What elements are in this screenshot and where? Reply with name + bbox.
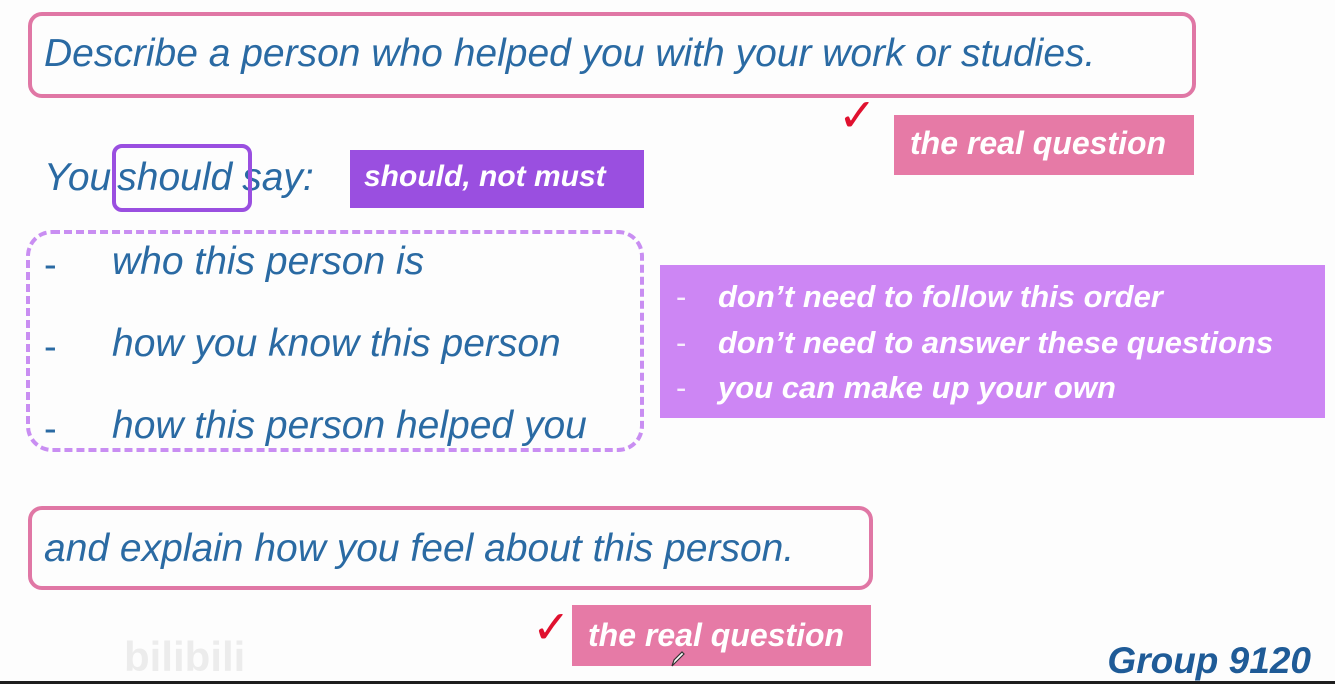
- bullet-dash: -: [44, 408, 57, 450]
- real-question-tag: the real question: [894, 115, 1194, 175]
- checkmark-icon: ✓: [838, 89, 877, 141]
- note-item: - don’t need to follow this order: [676, 281, 1163, 312]
- you-word: You: [44, 156, 112, 199]
- note-text: you can make up your own: [718, 370, 1116, 405]
- explain-text: and explain how you feel about this pers…: [44, 527, 795, 570]
- checkmark-icon: ✓: [532, 601, 571, 653]
- note-dash: -: [676, 325, 687, 360]
- notes-box: - don’t need to follow this order - don’t …: [660, 265, 1325, 418]
- note-dash: -: [676, 279, 687, 314]
- group-label: Group 9120: [1107, 640, 1311, 681]
- note-item: - don’t need to answer these questions: [676, 327, 1273, 358]
- bullet-who-this-person-is: who this person is: [112, 240, 425, 283]
- question-title: Describe a person who helped you with yo…: [44, 32, 1096, 75]
- bullet-how-you-know: how you know this person: [112, 322, 561, 365]
- bullet-dash: -: [44, 326, 57, 368]
- real-question-tag: the real question: [572, 605, 871, 666]
- note-item: - you can make up your own: [676, 372, 1116, 403]
- pen-cursor-icon: [670, 650, 686, 673]
- should-highlight-box: [112, 144, 252, 212]
- note-text: don’t need to answer these questions: [718, 325, 1274, 360]
- note-text: don’t need to follow this order: [718, 279, 1163, 314]
- note-dash: -: [676, 370, 687, 405]
- bilibili-watermark: bilibili: [124, 633, 246, 680]
- should-not-must-tag: should, not must: [350, 150, 644, 208]
- say-word: say:: [242, 156, 314, 199]
- bullet-how-helped: how this person helped you: [112, 404, 587, 447]
- bullet-dash: -: [44, 244, 57, 286]
